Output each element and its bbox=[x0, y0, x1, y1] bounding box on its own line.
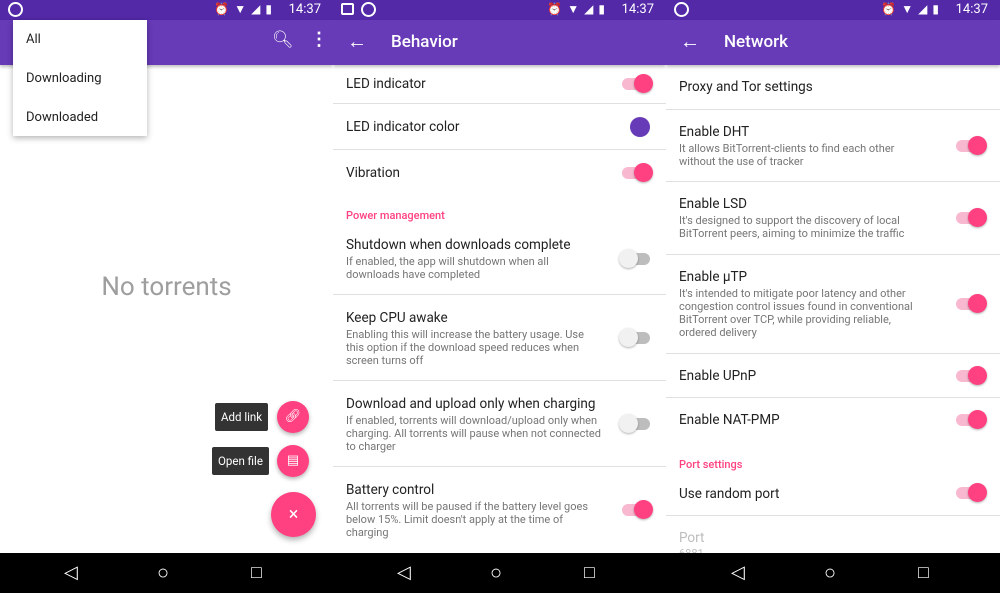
recents-icon[interactable]: □ bbox=[918, 562, 929, 583]
status-bar: ⏰▼◢▮ 14:37 bbox=[333, 0, 666, 20]
toggle-switch[interactable] bbox=[956, 294, 987, 313]
toggle-switch[interactable] bbox=[619, 414, 650, 433]
proxy-settings-item[interactable]: Proxy and Tor settings bbox=[666, 65, 1000, 110]
torrent-list-screen: ⏰▼◢▮ 14:37 🔍︎ ⋮ All Downloading Download… bbox=[0, 0, 333, 553]
open-file-label[interactable]: Open file bbox=[212, 447, 269, 475]
toggle-switch[interactable] bbox=[956, 366, 987, 385]
add-link-label[interactable]: Add link bbox=[215, 403, 269, 431]
setting-summary: It's designed to support the discovery o… bbox=[679, 214, 905, 240]
home-icon[interactable]: ○ bbox=[824, 560, 836, 585]
app-notification-icon bbox=[361, 2, 376, 17]
empty-state-text: No torrents bbox=[101, 272, 232, 302]
vibration-setting[interactable]: Vibration bbox=[333, 150, 666, 193]
toggle-switch[interactable] bbox=[956, 483, 987, 502]
led-indicator-setting[interactable]: LED indicator bbox=[333, 65, 666, 104]
status-bar: ⏰▼◢▮ 14:37 bbox=[0, 0, 333, 20]
setting-summary: If enabled, the app will shutdown when a… bbox=[346, 255, 549, 281]
toggle-switch[interactable] bbox=[619, 328, 650, 347]
clock: 14:37 bbox=[955, 2, 988, 17]
toggle-switch[interactable] bbox=[956, 208, 987, 227]
setting-title: Keep CPU awake bbox=[346, 310, 448, 326]
toggle-switch[interactable] bbox=[622, 74, 653, 93]
status-icons: ⏰▼◢▮ bbox=[547, 2, 610, 16]
home-icon[interactable]: ○ bbox=[157, 560, 169, 585]
back-icon[interactable]: ◁ bbox=[731, 562, 745, 583]
charging-only-setting[interactable]: Download and upload only when charging I… bbox=[333, 381, 666, 467]
file-icon[interactable]: ▤ bbox=[277, 445, 309, 477]
status-icons: ⏰▼◢▮ bbox=[881, 2, 944, 16]
setting-summary: It allows BitTorrent-clients to find eac… bbox=[679, 142, 895, 168]
setting-title: LED indicator bbox=[346, 76, 426, 92]
app-notification-icon bbox=[8, 2, 23, 17]
network-settings-screen: ⏰▼◢▮ 14:37 ← Network Proxy and Tor setti… bbox=[666, 0, 1000, 553]
setting-title: Proxy and Tor settings bbox=[679, 79, 813, 95]
toggle-switch[interactable] bbox=[619, 249, 650, 268]
back-arrow-icon[interactable]: ← bbox=[347, 29, 367, 54]
shutdown-setting[interactable]: Shutdown when downloads complete If enab… bbox=[333, 230, 666, 295]
enable-dht-setting[interactable]: Enable DHT It allows BitTorrent-clients … bbox=[666, 110, 1000, 182]
image-notification-icon bbox=[341, 3, 354, 15]
search-icon[interactable]: 🔍︎ bbox=[272, 30, 294, 50]
enable-upnp-setting[interactable]: Enable UPnP bbox=[666, 354, 1000, 398]
close-fab-button[interactable]: × bbox=[271, 492, 316, 537]
section-header: Power management bbox=[346, 209, 445, 222]
color-swatch[interactable] bbox=[630, 117, 650, 137]
status-bar: ⏰▼◢▮ 14:37 bbox=[666, 0, 1000, 20]
enable-utp-setting[interactable]: Enable µTP It's intended to mitigate poo… bbox=[666, 255, 1000, 354]
filter-menu: All Downloading Downloaded bbox=[13, 20, 147, 136]
app-notification-icon bbox=[674, 2, 689, 17]
navigation-bar: ◁ ○ □ ◁ ○ □ ◁ ○ □ bbox=[0, 553, 1000, 593]
recents-icon[interactable]: □ bbox=[251, 562, 262, 583]
setting-title: Vibration bbox=[346, 165, 400, 181]
setting-title: LED indicator color bbox=[346, 119, 460, 135]
back-icon[interactable]: ◁ bbox=[64, 562, 78, 583]
setting-title: Port bbox=[679, 530, 705, 546]
menu-item-downloaded[interactable]: Downloaded bbox=[26, 110, 98, 125]
battery-control-setting[interactable]: Battery control All torrents will be pau… bbox=[333, 467, 666, 553]
status-icons: ⏰▼◢▮ bbox=[214, 2, 277, 16]
setting-title: Use random port bbox=[679, 486, 780, 502]
recents-icon[interactable]: □ bbox=[584, 562, 595, 583]
menu-item-downloading[interactable]: Downloading bbox=[26, 71, 102, 86]
setting-summary: All torrents will be paused if the batte… bbox=[346, 500, 588, 539]
random-port-setting[interactable]: Use random port bbox=[666, 475, 1000, 516]
toolbar: ← Behavior bbox=[333, 20, 666, 65]
toolbar: ← Network bbox=[666, 20, 1000, 65]
led-color-setting[interactable]: LED indicator color bbox=[333, 104, 666, 150]
page-title: Behavior bbox=[391, 32, 458, 52]
toggle-switch[interactable] bbox=[956, 410, 987, 429]
home-icon[interactable]: ○ bbox=[490, 560, 502, 585]
behavior-settings-screen: ⏰▼◢▮ 14:37 ← Behavior LED indicator LED … bbox=[333, 0, 666, 553]
setting-summary: It's intended to mitigate poor latency a… bbox=[679, 287, 913, 339]
setting-summary: If enabled, torrents will download/uploa… bbox=[346, 414, 601, 453]
more-options-icon[interactable]: ⋮ bbox=[310, 29, 328, 50]
toggle-switch[interactable] bbox=[622, 500, 653, 519]
toggle-switch[interactable] bbox=[956, 136, 987, 155]
clock: 14:37 bbox=[288, 2, 321, 17]
menu-item-all[interactable]: All bbox=[26, 32, 41, 47]
enable-lsd-setting[interactable]: Enable LSD It's designed to support the … bbox=[666, 182, 1000, 255]
setting-title: Enable LSD bbox=[679, 196, 747, 212]
setting-title: Shutdown when downloads complete bbox=[346, 237, 571, 253]
setting-title: Download and upload only when charging bbox=[346, 396, 596, 412]
toggle-switch[interactable] bbox=[622, 163, 653, 182]
link-icon[interactable]: 🔗︎ bbox=[277, 401, 309, 433]
setting-title: Enable DHT bbox=[679, 124, 750, 140]
back-arrow-icon[interactable]: ← bbox=[680, 29, 700, 54]
keep-cpu-awake-setting[interactable]: Keep CPU awake Enabling this will increa… bbox=[333, 295, 666, 381]
setting-title: Enable µTP bbox=[679, 269, 748, 285]
section-header: Port settings bbox=[679, 458, 743, 471]
setting-summary: Enabling this will increase the battery … bbox=[346, 328, 584, 367]
clock: 14:37 bbox=[621, 2, 654, 17]
setting-title: Enable UPnP bbox=[679, 368, 757, 384]
back-icon[interactable]: ◁ bbox=[397, 562, 411, 583]
setting-title: Enable NAT-PMP bbox=[679, 412, 780, 428]
page-title: Network bbox=[724, 32, 788, 52]
port-setting: Port 6881 bbox=[666, 516, 1000, 553]
setting-title: Battery control bbox=[346, 482, 435, 498]
enable-nat-pmp-setting[interactable]: Enable NAT-PMP bbox=[666, 398, 1000, 443]
